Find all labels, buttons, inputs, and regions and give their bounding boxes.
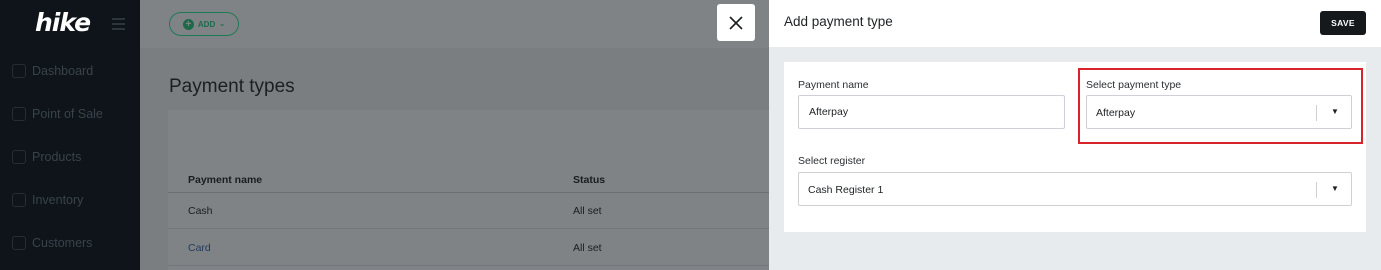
sidebar-item-label: Point of Sale — [32, 106, 103, 121]
table-row[interactable]: Cash All set — [168, 193, 769, 229]
sidebar-item-customers[interactable]: Customers — [0, 221, 140, 264]
sidebar-item-label: Dashboard — [32, 63, 94, 78]
plus-icon: + — [182, 18, 194, 30]
sidebar-item-dashboard[interactable]: Dashboard — [0, 49, 140, 92]
page-title: Payment types — [169, 76, 295, 97]
payment-name-cell: Cash — [188, 205, 213, 217]
add-button-label: ADD — [197, 19, 216, 29]
close-button[interactable] — [717, 4, 755, 41]
user-icon — [12, 235, 26, 250]
register-select[interactable]: Cash Register 1 ▼ — [798, 172, 1352, 206]
tag-icon — [12, 149, 26, 164]
sidebar-item-label: Inventory — [32, 192, 84, 207]
sidebar: hike Dashboard Point of Sale Products In… — [0, 0, 140, 270]
payment-name-cell[interactable]: Card — [188, 242, 211, 254]
menu-icon[interactable] — [112, 18, 125, 33]
chevron-down-icon: ⌄ — [219, 21, 226, 28]
sidebar-item-label: Customers — [32, 235, 93, 250]
register-label: Select register — [798, 155, 866, 167]
column-header-status: Status — [573, 174, 606, 186]
main-content: + ADD ⌄ Payment types Payment name Statu… — [140, 0, 769, 270]
status-cell: All set — [573, 242, 602, 254]
sidebar-item-point-of-sale[interactable]: Point of Sale — [0, 92, 140, 135]
payment-name-input[interactable]: Afterpay — [798, 95, 1065, 129]
sidebar-item-inventory[interactable]: Inventory — [0, 178, 140, 221]
box-icon — [12, 192, 26, 207]
highlight-box — [1078, 68, 1363, 144]
panel-header: Add payment type SAVE — [769, 0, 1381, 47]
table-header: Payment name Status — [168, 166, 769, 193]
sidebar-item-products[interactable]: Products — [0, 135, 140, 178]
column-header-payment-name: Payment name — [188, 174, 263, 186]
caret-down-icon: ▼ — [1331, 184, 1339, 193]
shop-icon — [12, 106, 26, 121]
app-logo: hike — [35, 8, 91, 37]
table-row[interactable]: Card All set — [168, 230, 769, 266]
save-button[interactable]: SAVE — [1320, 11, 1366, 35]
payment-types-table: Payment name Status Cash All set Card Al… — [168, 110, 769, 270]
sidebar-item-label: Products — [32, 149, 82, 164]
status-cell: All set — [573, 205, 602, 217]
payment-name-label: Payment name — [798, 79, 869, 91]
add-button[interactable]: + ADD ⌄ — [169, 12, 239, 36]
close-icon — [729, 15, 743, 30]
register-value: Cash Register 1 — [808, 184, 884, 196]
home-icon — [12, 63, 26, 78]
top-bar: + ADD ⌄ — [140, 0, 769, 48]
panel-title: Add payment type — [784, 14, 893, 29]
